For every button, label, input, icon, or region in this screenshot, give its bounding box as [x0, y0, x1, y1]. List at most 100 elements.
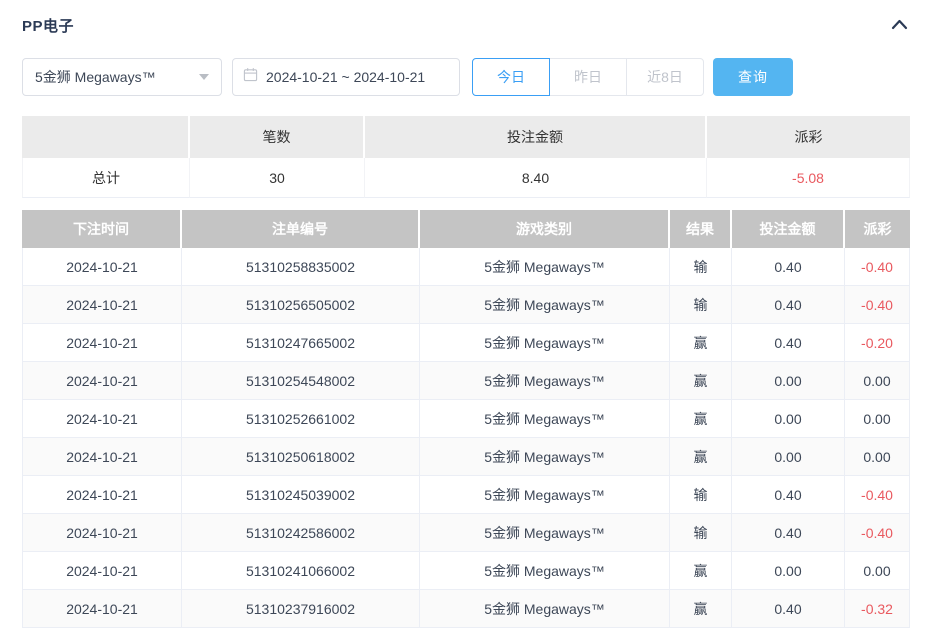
- bet-time-cell: 2024-10-21: [22, 438, 182, 476]
- range-button-today[interactable]: 今日: [472, 58, 550, 96]
- summary-header-count: 笔数: [190, 116, 365, 158]
- result-cell: 赢: [670, 590, 732, 628]
- bet-amount-cell: 0.40: [732, 324, 845, 362]
- summary-total-bet-amount: 8.40: [365, 158, 707, 198]
- table-row: 2024-10-21513102506180025金狮 Megaways™赢0.…: [22, 438, 910, 476]
- result-cell: 输: [670, 514, 732, 552]
- bet-amount-cell: 0.40: [732, 514, 845, 552]
- header-result: 结果: [670, 210, 732, 248]
- order-no-cell: 51310241066002: [182, 552, 420, 590]
- date-range-value: 2024-10-21 ~ 2024-10-21: [266, 69, 425, 85]
- bet-table-header-row: 下注时间 注单编号 游戏类别 结果 投注金额 派彩: [22, 210, 910, 248]
- bet-time-cell: 2024-10-21: [22, 590, 182, 628]
- game-type-cell: 5金狮 Megaways™: [420, 248, 670, 286]
- result-cell: 赢: [670, 552, 732, 590]
- game-select-value: 5金狮 Megaways™: [35, 67, 156, 87]
- game-type-cell: 5金狮 Megaways™: [420, 438, 670, 476]
- quick-range-group: 今日 昨日 近8日: [472, 58, 704, 96]
- game-type-cell: 5金狮 Megaways™: [420, 400, 670, 438]
- game-type-cell: 5金狮 Megaways™: [420, 590, 670, 628]
- game-type-cell: 5金狮 Megaways™: [420, 552, 670, 590]
- bet-time-cell: 2024-10-21: [22, 248, 182, 286]
- range-button-last8days[interactable]: 近8日: [626, 58, 704, 96]
- summary-header-row: 笔数 投注金额 派彩: [22, 116, 910, 158]
- payout-cell: 0.00: [845, 552, 910, 590]
- bet-amount-cell: 0.00: [732, 362, 845, 400]
- order-no-cell: 51310237916002: [182, 590, 420, 628]
- table-row: 2024-10-21513102450390025金狮 Megaways™输0.…: [22, 476, 910, 514]
- header-bet-amount: 投注金额: [732, 210, 845, 248]
- bet-table-body: 2024-10-21513102588350025金狮 Megaways™输0.…: [22, 248, 910, 628]
- bet-amount-cell: 0.40: [732, 248, 845, 286]
- result-cell: 输: [670, 476, 732, 514]
- calendar-icon: [243, 67, 258, 87]
- bet-amount-cell: 0.00: [732, 438, 845, 476]
- order-no-cell: 51310258835002: [182, 248, 420, 286]
- result-cell: 输: [670, 248, 732, 286]
- bet-time-cell: 2024-10-21: [22, 514, 182, 552]
- panel-header: PP电子: [22, 14, 910, 36]
- table-row: 2024-10-21513102476650025金狮 Megaways™赢0.…: [22, 324, 910, 362]
- range-button-yesterday[interactable]: 昨日: [549, 58, 627, 96]
- bet-records-table: 下注时间 注单编号 游戏类别 结果 投注金额 派彩 2024-10-215131…: [22, 210, 910, 628]
- summary-table: 笔数 投注金额 派彩 总计 30 8.40 -5.08: [22, 116, 910, 198]
- summary-total-label: 总计: [22, 158, 190, 198]
- bet-amount-cell: 0.00: [732, 552, 845, 590]
- header-bet-time: 下注时间: [22, 210, 182, 248]
- result-cell: 赢: [670, 324, 732, 362]
- header-game-type: 游戏类别: [420, 210, 670, 248]
- payout-cell: 0.00: [845, 400, 910, 438]
- filter-bar: 5金狮 Megaways™ 2024-10-21 ~ 2024-10-21 今日…: [22, 58, 910, 96]
- header-payout: 派彩: [845, 210, 910, 248]
- order-no-cell: 51310256505002: [182, 286, 420, 324]
- result-cell: 赢: [670, 400, 732, 438]
- payout-cell: 0.00: [845, 438, 910, 476]
- table-row: 2024-10-21513102379160025金狮 Megaways™赢0.…: [22, 590, 910, 628]
- payout-cell: -0.20: [845, 324, 910, 362]
- game-type-cell: 5金狮 Megaways™: [420, 514, 670, 552]
- table-row: 2024-10-21513102410660025金狮 Megaways™赢0.…: [22, 552, 910, 590]
- page-title: PP电子: [22, 15, 74, 36]
- table-row: 2024-10-21513102526610025金狮 Megaways™赢0.…: [22, 400, 910, 438]
- payout-cell: -0.40: [845, 476, 910, 514]
- bet-time-cell: 2024-10-21: [22, 552, 182, 590]
- header-order-no: 注单编号: [182, 210, 420, 248]
- bet-time-cell: 2024-10-21: [22, 324, 182, 362]
- game-type-cell: 5金狮 Megaways™: [420, 362, 670, 400]
- result-cell: 赢: [670, 362, 732, 400]
- order-no-cell: 51310247665002: [182, 324, 420, 362]
- table-row: 2024-10-21513102545480025金狮 Megaways™赢0.…: [22, 362, 910, 400]
- game-type-cell: 5金狮 Megaways™: [420, 324, 670, 362]
- bet-amount-cell: 0.40: [732, 476, 845, 514]
- collapse-button[interactable]: [888, 14, 910, 36]
- result-cell: 赢: [670, 438, 732, 476]
- payout-cell: -0.40: [845, 286, 910, 324]
- table-row: 2024-10-21513102425860025金狮 Megaways™输0.…: [22, 514, 910, 552]
- order-no-cell: 51310245039002: [182, 476, 420, 514]
- pp-electronics-panel: PP电子 5金狮 Megaways™ 2024-10-21 ~ 2024-10-…: [0, 0, 932, 628]
- game-select[interactable]: 5金狮 Megaways™: [22, 58, 222, 96]
- bet-amount-cell: 0.40: [732, 590, 845, 628]
- summary-header-blank: [22, 116, 190, 158]
- order-no-cell: 51310242586002: [182, 514, 420, 552]
- order-no-cell: 51310250618002: [182, 438, 420, 476]
- summary-total-payout: -5.08: [707, 158, 910, 198]
- bet-amount-cell: 0.40: [732, 286, 845, 324]
- chevron-down-icon: [199, 74, 209, 80]
- chevron-up-icon: [891, 18, 908, 33]
- payout-cell: 0.00: [845, 362, 910, 400]
- game-type-cell: 5金狮 Megaways™: [420, 476, 670, 514]
- table-row: 2024-10-21513102588350025金狮 Megaways™输0.…: [22, 248, 910, 286]
- summary-total-row: 总计 30 8.40 -5.08: [22, 158, 910, 198]
- payout-cell: -0.32: [845, 590, 910, 628]
- bet-time-cell: 2024-10-21: [22, 400, 182, 438]
- bet-time-cell: 2024-10-21: [22, 362, 182, 400]
- table-row: 2024-10-21513102565050025金狮 Megaways™输0.…: [22, 286, 910, 324]
- bet-amount-cell: 0.00: [732, 400, 845, 438]
- summary-header-bet-amount: 投注金额: [365, 116, 707, 158]
- search-button[interactable]: 查询: [713, 58, 793, 96]
- payout-cell: -0.40: [845, 514, 910, 552]
- summary-total-count: 30: [190, 158, 365, 198]
- date-range-input[interactable]: 2024-10-21 ~ 2024-10-21: [232, 58, 460, 96]
- bet-time-cell: 2024-10-21: [22, 476, 182, 514]
